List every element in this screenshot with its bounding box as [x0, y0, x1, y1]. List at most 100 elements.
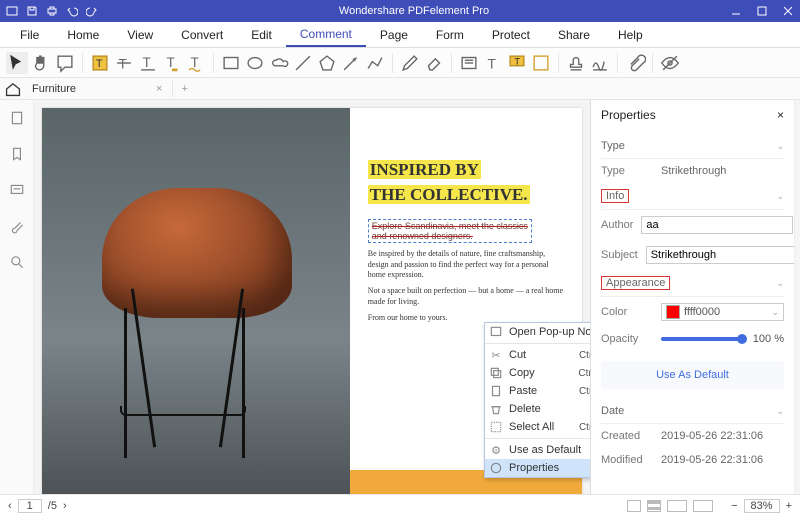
prev-page-icon[interactable]: ‹: [8, 500, 12, 512]
oval-icon[interactable]: [244, 52, 266, 74]
bookmarks-icon[interactable]: [9, 146, 25, 162]
ctx-paste[interactable]: PasteCtrl+V: [485, 382, 590, 400]
page-total: /5: [48, 500, 57, 512]
squiggly-icon[interactable]: T: [185, 52, 207, 74]
color-picker[interactable]: ffff0000 ⌄: [661, 303, 784, 321]
menu-protect[interactable]: Protect: [478, 24, 544, 46]
home-tab-icon[interactable]: [4, 80, 22, 98]
panel-close-icon[interactable]: ×: [777, 108, 784, 122]
search-icon[interactable]: [9, 254, 25, 270]
redo-icon[interactable]: [86, 5, 98, 17]
properties-icon: [489, 461, 503, 475]
color-swatch-icon: [666, 305, 680, 319]
svg-text:T: T: [514, 56, 520, 67]
menu-share[interactable]: Share: [544, 24, 604, 46]
arrow-icon[interactable]: [340, 52, 362, 74]
undo-icon[interactable]: [66, 5, 78, 17]
menu-view[interactable]: View: [113, 24, 167, 46]
app-logo-icon: [6, 5, 18, 17]
menu-home[interactable]: Home: [53, 24, 113, 46]
modified-value: 2019-05-26 22:31:06: [661, 454, 763, 466]
callout-icon[interactable]: T: [506, 52, 528, 74]
strikethrough-icon[interactable]: T: [113, 52, 135, 74]
svg-text:T: T: [119, 56, 128, 71]
close-icon[interactable]: [782, 5, 794, 17]
body-paragraph: Not a space built on perfection — but a …: [368, 286, 564, 307]
eraser-icon[interactable]: [423, 52, 445, 74]
section-date[interactable]: Date⌄: [601, 399, 784, 424]
next-page-icon[interactable]: ›: [63, 500, 67, 512]
properties-panel: Properties × Type⌄ Type Strikethrough In…: [590, 100, 800, 494]
gear-icon: ⚙: [489, 443, 503, 457]
menu-comment[interactable]: Comment: [286, 23, 366, 47]
created-value: 2019-05-26 22:31:06: [661, 430, 763, 442]
print-icon[interactable]: [46, 5, 58, 17]
stamp-icon[interactable]: [565, 52, 587, 74]
subject-input[interactable]: [646, 246, 794, 264]
tab-close-icon[interactable]: ×: [156, 83, 162, 95]
two-page-icon[interactable]: [667, 500, 687, 512]
pencil-icon[interactable]: [399, 52, 421, 74]
document-canvas[interactable]: INSPIRED BY THE COLLECTIVE. Explore Scan…: [34, 100, 590, 494]
menu-file[interactable]: File: [6, 24, 53, 46]
author-input[interactable]: [641, 216, 793, 234]
trash-icon: [489, 402, 503, 416]
zoom-value[interactable]: 83%: [744, 499, 780, 513]
save-icon[interactable]: [26, 5, 38, 17]
section-appearance[interactable]: Appearance⌄: [601, 270, 784, 297]
svg-text:T: T: [167, 55, 176, 70]
underline-icon[interactable]: T: [137, 52, 159, 74]
minimize-icon[interactable]: [730, 5, 742, 17]
textbox-icon[interactable]: [458, 52, 480, 74]
select-tool-icon[interactable]: [6, 52, 28, 74]
ctx-copy[interactable]: CopyCtrl+C: [485, 364, 590, 382]
ctx-properties[interactable]: Properties: [485, 459, 590, 477]
area-highlight-icon[interactable]: [530, 52, 552, 74]
typewriter-icon[interactable]: T: [482, 52, 504, 74]
cloud-icon[interactable]: [268, 52, 290, 74]
single-page-icon[interactable]: [627, 500, 641, 512]
panel-scrollbar[interactable]: [794, 100, 800, 494]
menu-form[interactable]: Form: [422, 24, 478, 46]
strikethrough-annotation[interactable]: Explore Scandinavia, meet the classics a…: [368, 219, 532, 243]
type-value: Strikethrough: [661, 165, 726, 177]
use-as-default-button[interactable]: Use As Default: [601, 361, 784, 389]
comments-list-icon[interactable]: [9, 182, 25, 198]
caret-icon[interactable]: T: [161, 52, 183, 74]
rectangle-icon[interactable]: [220, 52, 242, 74]
ctx-cut[interactable]: ✂CutCtrl+X: [485, 346, 590, 364]
document-tab[interactable]: Furniture ×: [22, 81, 173, 97]
ctx-select-all[interactable]: Select AllCtrl+A: [485, 418, 590, 436]
highlight-icon[interactable]: T: [89, 52, 111, 74]
attachments-icon[interactable]: [9, 218, 25, 234]
new-tab-icon[interactable]: +: [181, 83, 187, 95]
ctx-open-popup[interactable]: Open Pop-up Note: [485, 323, 590, 341]
opacity-slider[interactable]: [661, 337, 742, 341]
signature-icon[interactable]: [589, 52, 611, 74]
continuous-icon[interactable]: [647, 500, 661, 512]
ctx-delete[interactable]: DeleteDel: [485, 400, 590, 418]
polyline-icon[interactable]: [364, 52, 386, 74]
ctx-use-default[interactable]: ⚙Use as Default: [485, 441, 590, 459]
headline: INSPIRED BY THE COLLECTIVE.: [368, 158, 564, 207]
menu-help[interactable]: Help: [604, 24, 657, 46]
polygon-icon[interactable]: [316, 52, 338, 74]
page-current[interactable]: 1: [18, 499, 42, 513]
maximize-icon[interactable]: [756, 5, 768, 17]
two-continuous-icon[interactable]: [693, 500, 713, 512]
hide-comments-icon[interactable]: [659, 52, 681, 74]
menu-convert[interactable]: Convert: [167, 24, 237, 46]
section-info[interactable]: Info⌄: [601, 183, 784, 210]
section-type[interactable]: Type⌄: [601, 134, 784, 159]
menu-edit[interactable]: Edit: [237, 24, 286, 46]
zoom-in-icon[interactable]: +: [786, 500, 792, 512]
comment-toolbar: T T T T T T T: [0, 48, 800, 78]
hand-tool-icon[interactable]: [30, 52, 52, 74]
thumbnails-icon[interactable]: [9, 110, 25, 126]
attachment-icon[interactable]: [624, 52, 646, 74]
menu-page[interactable]: Page: [366, 24, 422, 46]
line-icon[interactable]: [292, 52, 314, 74]
note-icon[interactable]: [54, 52, 76, 74]
zoom-out-icon[interactable]: −: [731, 500, 737, 512]
note-icon: [489, 325, 503, 339]
